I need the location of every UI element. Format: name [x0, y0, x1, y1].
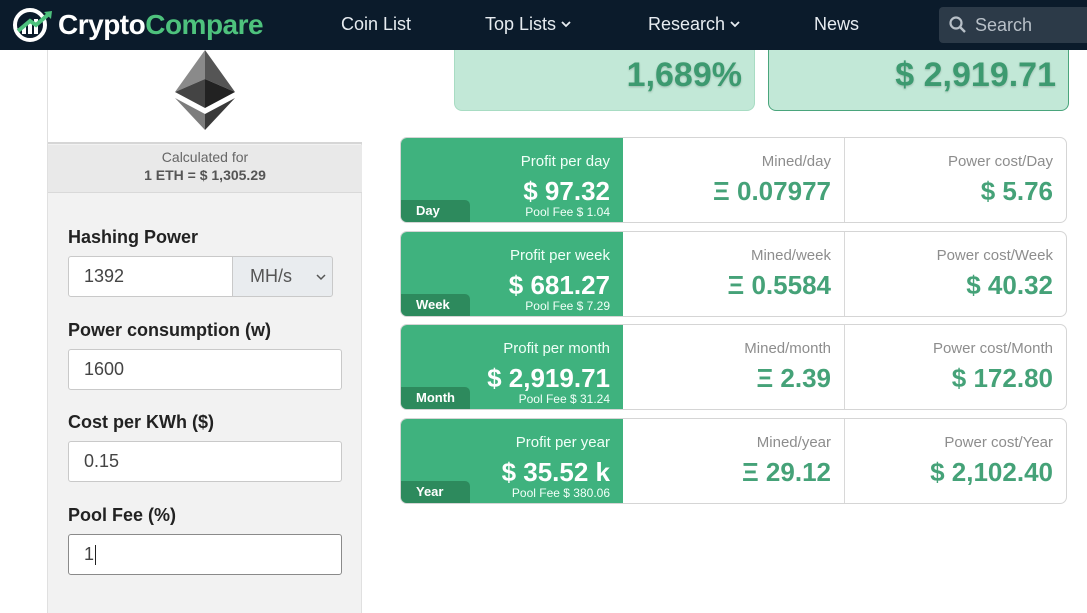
chevron-down-icon [316, 274, 326, 281]
power-cost-label: Power cost/Day [947, 153, 1053, 170]
logo-text-compare: Compare [145, 9, 264, 40]
conversion-rate-box: Calculated for 1 ETH = $ 1,305.29 [48, 145, 362, 193]
pool-fee-value: 1 [84, 544, 95, 564]
nav-news[interactable]: News [814, 13, 859, 35]
hashing-unit-value: MH/s [250, 266, 292, 286]
profit-value: $ 681.27 [508, 270, 610, 300]
cost-per-kwh-value: 0.15 [84, 451, 120, 471]
chevron-down-icon [561, 21, 571, 28]
coin-logo-box [48, 50, 362, 144]
profit-label: Profit per week [509, 247, 610, 264]
mined-value: Ξ 0.07977 [713, 176, 831, 206]
power-consumption-input[interactable]: 1600 [68, 349, 342, 390]
chevron-down-icon [730, 21, 740, 28]
profit-summary-value: $ 2,919.71 [895, 56, 1056, 94]
profit-label: Profit per year [515, 434, 610, 451]
power-cost-cell: Power cost/Day $ 5.76 [845, 138, 1066, 222]
profit-value: $ 2,919.71 [487, 363, 610, 393]
period-tag: Year [401, 481, 470, 503]
hashing-power-input[interactable]: 1392 [68, 256, 233, 297]
mined-cell: Mined/day Ξ 0.07977 [623, 138, 845, 222]
power-consumption-value: 1600 [84, 359, 125, 379]
calculated-for-label: Calculated for [161, 149, 249, 165]
pool-fee-amount: Pool Fee $ 7.29 [525, 299, 610, 313]
logo-text-crypto: Crypto [58, 9, 146, 40]
cost-per-kwh-input[interactable]: 0.15 [68, 441, 342, 482]
power-cost-value: $ 40.32 [966, 270, 1053, 300]
cost-per-kwh-label: Cost per KWh ($) [68, 412, 214, 432]
mined-label: Mined/day [761, 153, 831, 170]
mined-label: Mined/week [750, 247, 831, 264]
search-icon [949, 16, 966, 33]
power-cost-cell: Power cost/Year $ 2,102.40 [845, 419, 1066, 503]
power-cost-cell: Power cost/Month $ 172.80 [845, 325, 1066, 409]
mined-label: Mined/month [744, 340, 831, 357]
nav-top-lists-label: Top Lists [485, 13, 557, 34]
mined-label: Mined/year [756, 434, 831, 451]
logo-text: CryptoCompare [58, 9, 264, 41]
conversion-rate: 1 ETH = $ 1,305.29 [144, 167, 266, 183]
pool-fee-amount: Pool Fee $ 1.04 [525, 205, 610, 219]
mined-cell: Mined/month Ξ 2.39 [623, 325, 845, 409]
calculator-panel: Calculated for 1 ETH = $ 1,305.29 Hashin… [47, 50, 362, 613]
power-cost-value: $ 2,102.40 [930, 457, 1053, 487]
pool-fee-amount: Pool Fee $ 380.06 [511, 486, 610, 500]
text-caret [95, 544, 97, 565]
hashing-unit-select[interactable]: MH/s [232, 256, 333, 297]
profit-cell: Profit per day $ 97.32 Pool Fee $ 1.04 D… [401, 138, 623, 222]
power-cost-value: $ 5.76 [980, 176, 1053, 206]
profit-cell: Profit per week $ 681.27 Pool Fee $ 7.29… [401, 232, 623, 316]
nav-top-lists[interactable]: Top Lists [485, 13, 571, 35]
mined-cell: Mined/week Ξ 0.5584 [623, 232, 845, 316]
pool-fee-input[interactable]: 1 [68, 534, 342, 575]
cryptocompare-logo-icon [12, 7, 56, 43]
power-cost-value: $ 172.80 [951, 363, 1053, 393]
profit-cell: Profit per month $ 2,919.71 Pool Fee $ 3… [401, 325, 623, 409]
power-consumption-label: Power consumption (w) [68, 320, 272, 340]
period-tag: Month [401, 387, 470, 409]
top-navbar: CryptoCompare Coin List Top Lists Resear… [0, 0, 1087, 50]
search-box[interactable] [939, 7, 1087, 43]
power-cost-label: Power cost/Week [936, 247, 1053, 264]
hashing-power-value: 1392 [84, 266, 125, 286]
period-tag: Day [401, 200, 470, 222]
mined-cell: Mined/year Ξ 29.12 [623, 419, 845, 503]
profit-value: $ 97.32 [523, 176, 610, 206]
power-cost-label: Power cost/Year [944, 434, 1053, 451]
result-row-year: Profit per year $ 35.52 k Pool Fee $ 380… [400, 418, 1067, 504]
nav-research[interactable]: Research [648, 13, 740, 35]
nav-news-label: News [814, 13, 860, 34]
result-row-week: Profit per week $ 681.27 Pool Fee $ 7.29… [400, 231, 1067, 317]
roi-summary-card: 1,689% [454, 50, 755, 111]
result-row-day: Profit per day $ 97.32 Pool Fee $ 1.04 D… [400, 137, 1067, 223]
pool-fee-label: Pool Fee (%) [68, 505, 177, 525]
nav-coin-list[interactable]: Coin List [341, 13, 411, 35]
profit-value: $ 35.52 k [501, 457, 610, 487]
power-cost-cell: Power cost/Week $ 40.32 [845, 232, 1066, 316]
period-tag: Week [401, 294, 470, 316]
profit-label: Profit per month [503, 340, 610, 357]
profit-summary-card: $ 2,919.71 [768, 50, 1069, 111]
pool-fee-amount: Pool Fee $ 31.24 [518, 392, 610, 406]
profit-cell: Profit per year $ 35.52 k Pool Fee $ 380… [401, 419, 623, 503]
nav-research-label: Research [648, 13, 726, 34]
nav-coin-list-label: Coin List [341, 13, 412, 34]
power-cost-label: Power cost/Month [932, 340, 1053, 357]
ethereum-icon [175, 50, 235, 130]
mined-value: Ξ 2.39 [756, 363, 831, 393]
logo[interactable]: CryptoCompare [12, 6, 264, 44]
mined-value: Ξ 29.12 [741, 457, 831, 487]
roi-value: 1,689% [626, 56, 742, 94]
result-row-month: Profit per month $ 2,919.71 Pool Fee $ 3… [400, 324, 1067, 410]
mined-value: Ξ 0.5584 [727, 270, 831, 300]
hashing-power-label: Hashing Power [68, 227, 199, 247]
profit-label: Profit per day [520, 153, 610, 170]
search-input[interactable] [975, 14, 1085, 36]
